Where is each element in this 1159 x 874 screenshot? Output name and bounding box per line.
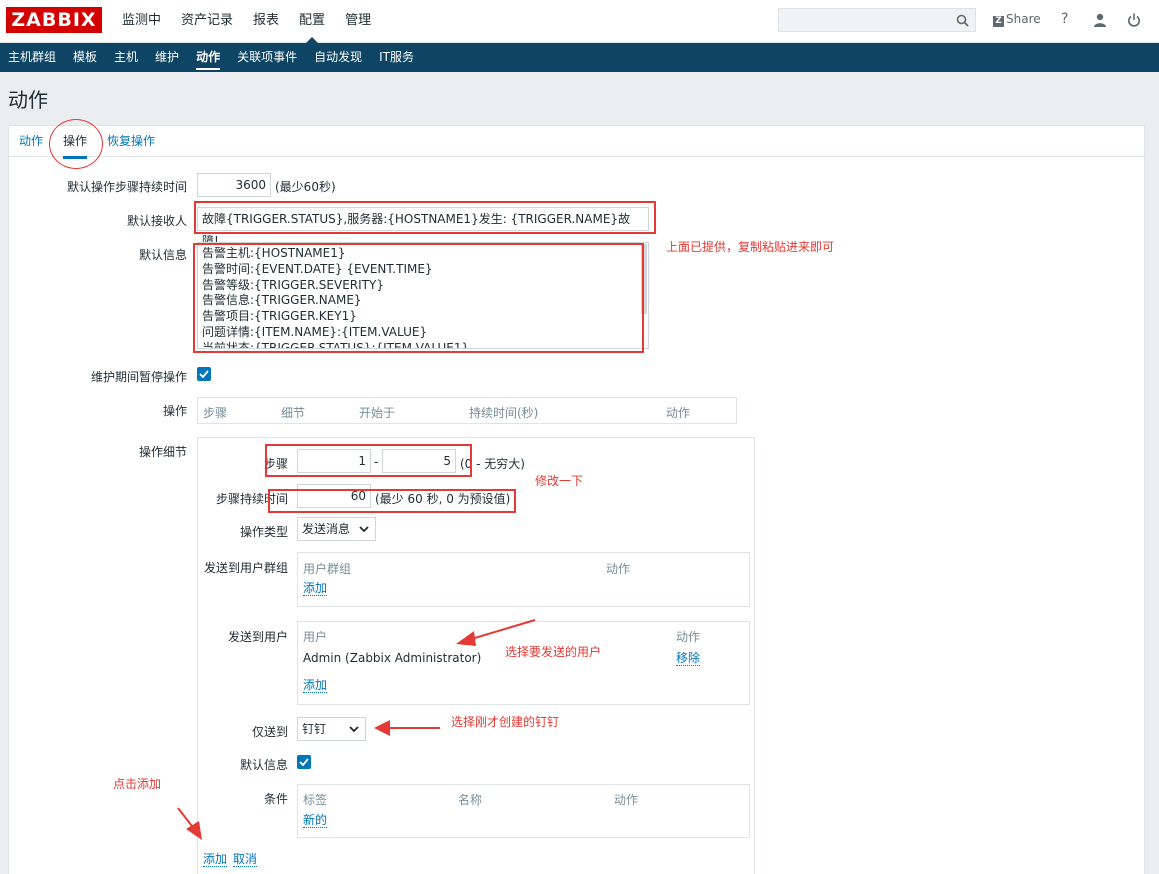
arrow-to-add <box>177 807 202 840</box>
arrow-to-dingding <box>374 720 440 736</box>
arrow-to-user <box>456 619 536 646</box>
annotation-arrows <box>177 619 536 840</box>
